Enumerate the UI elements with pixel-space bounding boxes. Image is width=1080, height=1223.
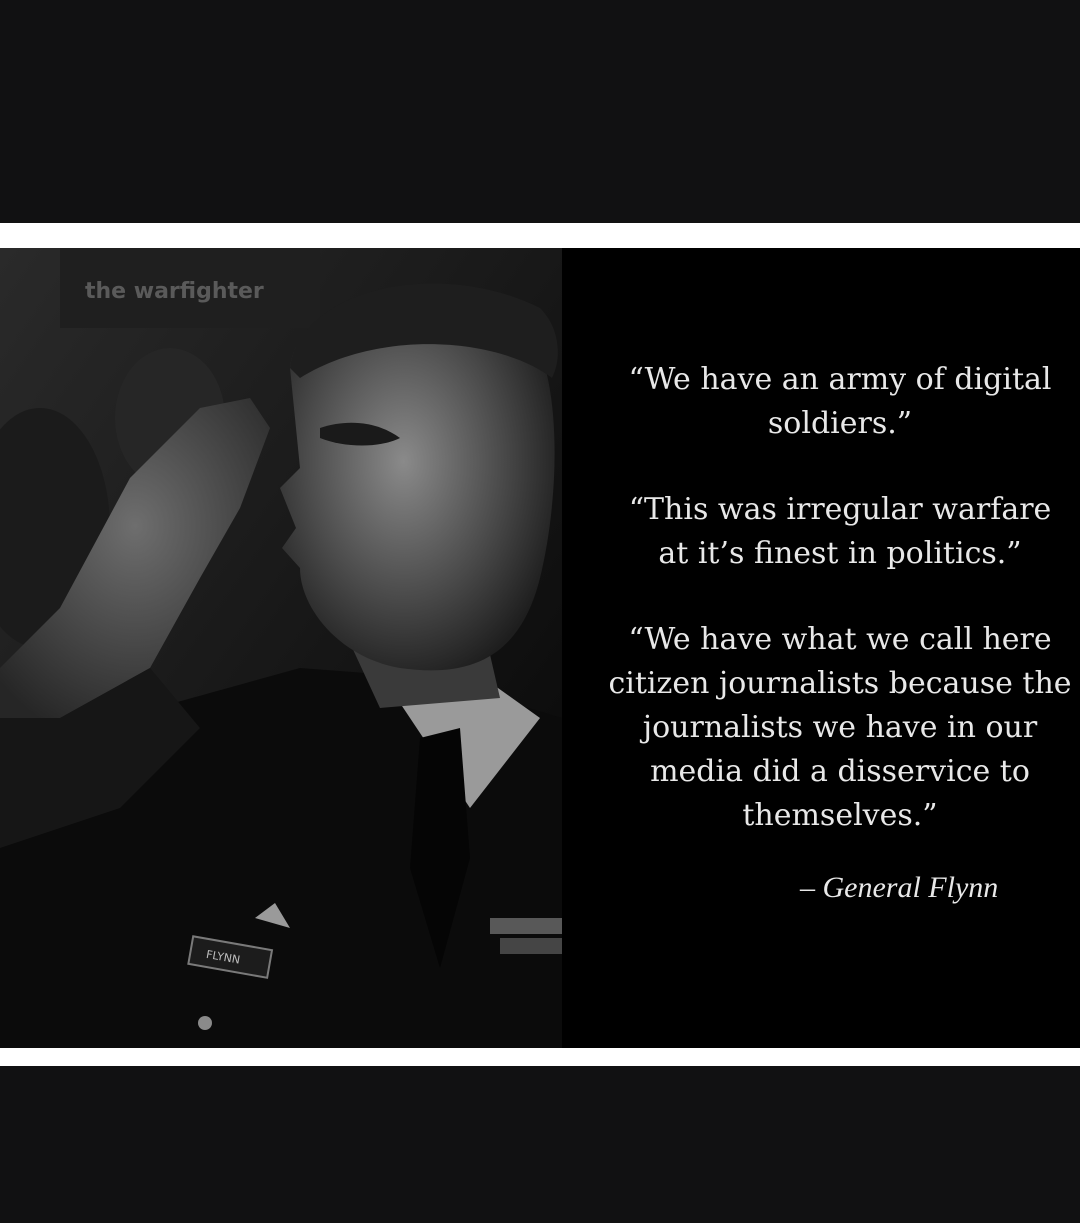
- quote-1: “We have an army of digital soldiers.”: [628, 362, 1052, 441]
- banner-text: the warfighter: [85, 279, 264, 304]
- saluting-general-photo: the warfighter FLYNN: [0, 248, 562, 1048]
- quotes-block: “We have an army of digital soldiers.” “…: [590, 358, 1080, 880]
- quote-2: “This was irregular warfare at it’s fine…: [628, 492, 1052, 571]
- page: the warfighter FLYNN “We have an army of…: [0, 0, 1080, 1223]
- quote-card: the warfighter FLYNN “We have an army of…: [0, 248, 1080, 1048]
- uniform-button: [198, 1016, 212, 1030]
- photo-illustration: the warfighter FLYNN: [0, 248, 562, 1048]
- attribution: – General Flynn: [800, 871, 999, 904]
- ribbon-bar: [490, 918, 562, 934]
- quote-3: “We have what we call here citizen journ…: [608, 622, 1072, 833]
- ribbon-bar: [500, 938, 562, 954]
